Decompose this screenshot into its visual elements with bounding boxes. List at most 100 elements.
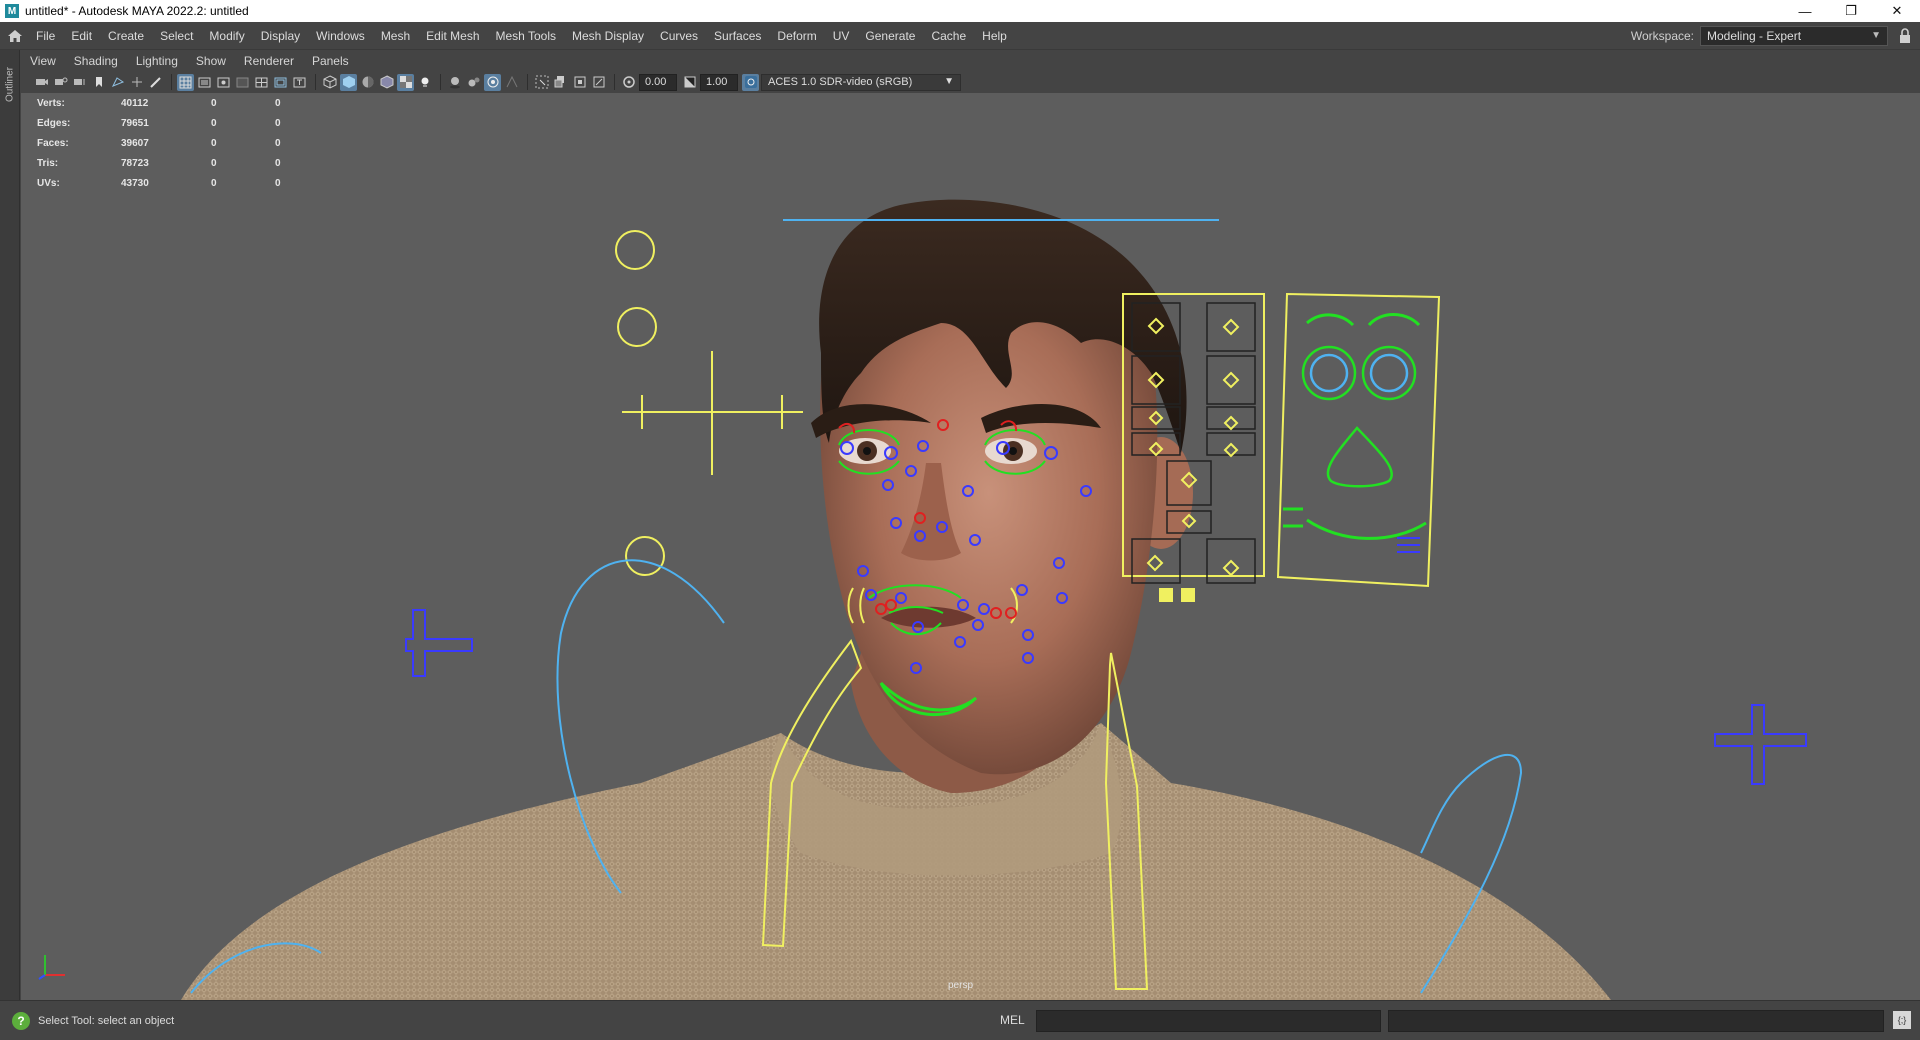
- resolution-gate-icon[interactable]: [215, 74, 232, 91]
- panel-mode-face-icon[interactable]: [1181, 588, 1195, 602]
- menu-help[interactable]: Help: [974, 22, 1015, 50]
- menu-file[interactable]: File: [28, 22, 63, 50]
- exposure-field[interactable]: 0.00: [639, 73, 677, 91]
- panel-menu-show[interactable]: Show: [187, 54, 235, 68]
- home-icon[interactable]: [2, 22, 28, 50]
- menu-surfaces[interactable]: Surfaces: [706, 22, 769, 50]
- chevron-down-icon: ▼: [944, 75, 954, 87]
- menu-edit[interactable]: Edit: [63, 22, 100, 50]
- close-icon[interactable]: ✕: [1874, 0, 1920, 22]
- view-transform-icon[interactable]: [742, 73, 759, 91]
- panel-menu-panels[interactable]: Panels: [303, 54, 358, 68]
- lock-icon[interactable]: [1898, 28, 1912, 44]
- panel-toolbar: 0.00 1.00 ACES 1.0 SDR-video (sRGB) ▼: [21, 71, 1920, 93]
- menu-edit-mesh[interactable]: Edit Mesh: [418, 22, 487, 50]
- camera-attributes-icon[interactable]: [71, 74, 88, 91]
- command-language-toggle[interactable]: MEL: [1000, 1013, 1025, 1027]
- panel-menu-shading[interactable]: Shading: [65, 54, 127, 68]
- panel-mode-a-icon[interactable]: [1159, 588, 1173, 602]
- grease-pencil-icon[interactable]: [147, 74, 164, 91]
- smooth-shade-icon[interactable]: [340, 73, 357, 91]
- hud-value: 39607: [121, 137, 149, 149]
- grid-icon[interactable]: [177, 73, 194, 91]
- exposure-icon[interactable]: [620, 74, 637, 91]
- hud-label: Tris:: [37, 157, 59, 169]
- anti-aliasing-icon[interactable]: [503, 74, 520, 91]
- neck-ctrl-circle[interactable]: [625, 536, 665, 576]
- head-ctrl-circle-2[interactable]: [617, 307, 657, 347]
- isolate-select-icon[interactable]: [533, 74, 550, 91]
- hud-value: 78723: [121, 157, 149, 169]
- panel-menu-bar: View Shading Lighting Show Renderer Pane…: [21, 51, 1920, 71]
- panel-menu-renderer[interactable]: Renderer: [235, 54, 303, 68]
- textured-icon[interactable]: [397, 73, 414, 91]
- right-blue-cross[interactable]: [1714, 704, 1807, 785]
- safe-action-icon[interactable]: [272, 74, 289, 91]
- menu-windows[interactable]: Windows: [308, 22, 373, 50]
- menu-cache[interactable]: Cache: [923, 22, 974, 50]
- menu-deform[interactable]: Deform: [769, 22, 824, 50]
- right-eye-mesh[interactable]: [985, 438, 1037, 464]
- workspace-selector: Workspace: Modeling - Expert ▼: [1631, 26, 1888, 46]
- panel-menu-lighting[interactable]: Lighting: [127, 54, 187, 68]
- hud-value: 0: [211, 137, 217, 149]
- hud-value: 0: [211, 117, 217, 129]
- hud-label: Faces:: [37, 137, 69, 149]
- outliner-tab[interactable]: Outliner: [3, 58, 17, 110]
- wireframe-on-shaded-icon[interactable]: [378, 74, 395, 91]
- workspace-dropdown[interactable]: Modeling - Expert ▼: [1700, 26, 1888, 46]
- gamma-icon[interactable]: [681, 74, 698, 91]
- 2d-pan-zoom-icon[interactable]: [128, 74, 145, 91]
- menu-display[interactable]: Display: [253, 22, 308, 50]
- left-blue-cross[interactable]: [405, 609, 473, 677]
- menu-select[interactable]: Select: [152, 22, 201, 50]
- maya-app-icon: M: [5, 4, 19, 18]
- menu-curves[interactable]: Curves: [652, 22, 706, 50]
- hud-row: Verts: 40112 0 0: [37, 93, 315, 113]
- help-line-bar: ? Select Tool: select an object MEL {;}: [0, 1000, 1920, 1040]
- head-ctrl-circle-1[interactable]: [615, 230, 655, 270]
- xray-active-components-icon[interactable]: [571, 74, 588, 91]
- bookmark-icon[interactable]: [90, 74, 107, 91]
- default-material-icon[interactable]: [359, 74, 376, 91]
- menu-mesh[interactable]: Mesh: [373, 22, 418, 50]
- safe-title-icon[interactable]: [291, 74, 308, 91]
- menu-mesh-display[interactable]: Mesh Display: [564, 22, 652, 50]
- gate-mask-icon[interactable]: [234, 74, 251, 91]
- view-transform-dropdown[interactable]: ACES 1.0 SDR-video (sRGB) ▼: [761, 73, 961, 91]
- image-plane-icon[interactable]: [109, 74, 126, 91]
- menu-uv[interactable]: UV: [825, 22, 858, 50]
- eye-aim-locator[interactable]: [622, 351, 803, 475]
- face-control-panel-right[interactable]: [1276, 292, 1441, 588]
- menu-mesh-tools[interactable]: Mesh Tools: [488, 22, 564, 50]
- chevron-down-icon: ▼: [1871, 30, 1881, 41]
- hud-row: Faces: 39607 0 0: [37, 133, 315, 153]
- shadows-icon[interactable]: [446, 74, 463, 91]
- hud-label: Edges:: [37, 117, 71, 129]
- motion-blur-icon[interactable]: [484, 73, 501, 91]
- menu-generate[interactable]: Generate: [857, 22, 923, 50]
- toolbar-separator: [171, 74, 172, 90]
- viewport-scene[interactable]: [21, 93, 1920, 1000]
- select-camera-icon[interactable]: [33, 74, 50, 91]
- screen-space-ao-icon[interactable]: [465, 74, 482, 91]
- xray-icon[interactable]: [552, 74, 569, 91]
- help-line-text: Select Tool: select an object: [38, 1014, 175, 1027]
- gamma-field[interactable]: 1.00: [700, 73, 738, 91]
- left-dock-strip: Outliner: [0, 50, 20, 1000]
- panel-menu-view[interactable]: View: [21, 54, 65, 68]
- minimize-icon[interactable]: —: [1782, 0, 1828, 22]
- restore-icon[interactable]: ❐: [1828, 0, 1874, 22]
- script-editor-icon[interactable]: {;}: [1893, 1011, 1911, 1029]
- wireframe-icon[interactable]: [321, 74, 338, 91]
- menu-create[interactable]: Create: [100, 22, 152, 50]
- film-gate-icon[interactable]: [196, 74, 213, 91]
- use-all-lights-icon[interactable]: [416, 74, 433, 91]
- command-line-input[interactable]: [1036, 1010, 1381, 1032]
- menu-modify[interactable]: Modify: [201, 22, 252, 50]
- camera-lock-icon[interactable]: [52, 74, 69, 91]
- hud-row: Edges: 79651 0 0: [37, 113, 315, 133]
- field-chart-icon[interactable]: [253, 74, 270, 91]
- perspective-viewport[interactable]: Verts: 40112 0 0 Edges: 79651 0 0 Faces:…: [21, 93, 1920, 1000]
- xray-joints-icon[interactable]: [590, 74, 607, 91]
